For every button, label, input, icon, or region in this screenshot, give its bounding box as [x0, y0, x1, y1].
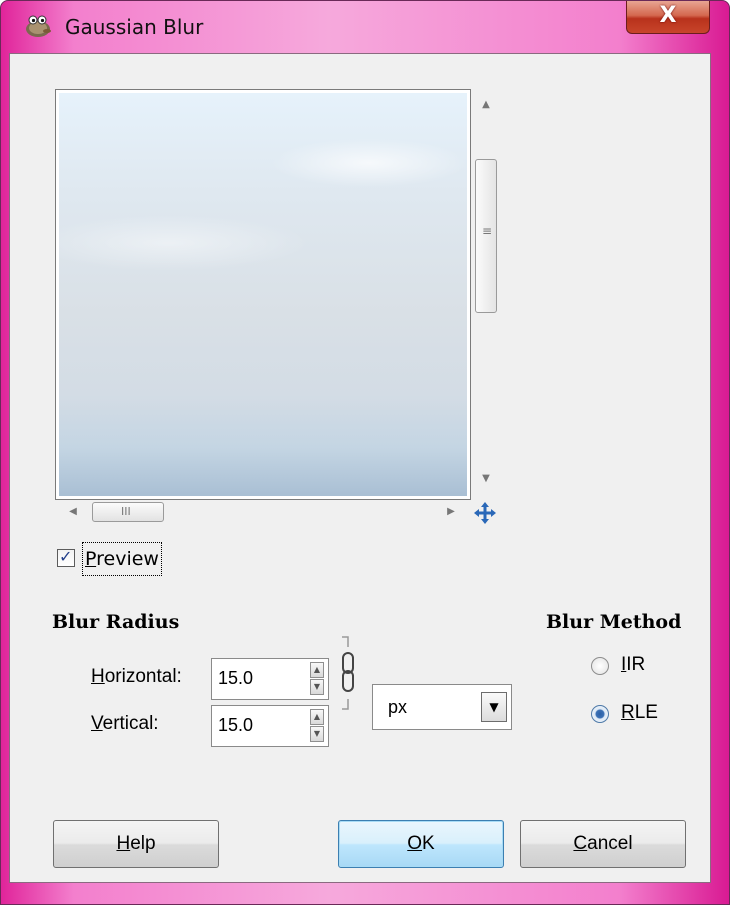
rle-radio[interactable] [591, 705, 609, 723]
horizontal-scroll-thumb[interactable]: III [92, 502, 164, 522]
unit-value: px [388, 697, 408, 717]
scroll-up-arrow-icon[interactable]: ▲ [470, 95, 502, 115]
gimp-wilber-icon [26, 15, 51, 37]
window-title: Gaussian Blur [65, 15, 204, 39]
cancel-button[interactable]: Cancel [520, 820, 686, 868]
title-bar[interactable]: Gaussian Blur X [1, 1, 730, 53]
rle-label[interactable]: RLE [621, 702, 658, 724]
vertical-radius-value[interactable]: 15.0 [218, 715, 253, 736]
horizontal-label: Horizontal: [91, 666, 182, 687]
preview-label[interactable]: Preview [82, 542, 162, 576]
horizontal-radius-input[interactable]: 15.0 ▲ ▼ [211, 658, 329, 700]
decrement-arrow-icon[interactable]: ▼ [310, 726, 324, 742]
help-button[interactable]: Help [53, 820, 219, 868]
vertical-radius-input[interactable]: 15.0 ▲ ▼ [211, 705, 329, 747]
preview-horizontal-scrollbar[interactable]: ◀ III ▶ [55, 499, 471, 525]
horizontal-spinner[interactable]: ▲ ▼ [310, 662, 324, 696]
ok-button[interactable]: OK [338, 820, 504, 868]
close-icon: X [659, 3, 677, 28]
navigate-move-icon[interactable] [470, 501, 500, 525]
chain-link-icon[interactable] [338, 635, 358, 711]
scroll-down-arrow-icon[interactable]: ▼ [470, 469, 502, 489]
close-button[interactable]: X [626, 1, 710, 34]
iir-label[interactable]: IIR [621, 654, 645, 676]
scroll-right-arrow-icon[interactable]: ▶ [441, 499, 461, 525]
dropdown-arrow-icon[interactable]: ▼ [481, 692, 507, 722]
dialog-body: ▲ ≡ ▼ ◀ III ▶ ✓ Preview Blur Radius Blur… [9, 53, 711, 883]
checkmark-icon: ✓ [59, 547, 73, 566]
unit-dropdown[interactable]: px ▼ [372, 684, 512, 730]
grip-icon: III [121, 505, 131, 518]
preview-checkbox[interactable]: ✓ [57, 547, 75, 567]
preview-image[interactable] [59, 93, 467, 496]
vertical-label: Vertical: [91, 713, 159, 734]
grip-icon: ≡ [482, 224, 493, 238]
preview-pane[interactable] [55, 89, 471, 500]
increment-arrow-icon[interactable]: ▲ [310, 662, 324, 678]
horizontal-radius-value[interactable]: 15.0 [218, 668, 253, 689]
blur-radius-heading: Blur Radius [52, 611, 180, 633]
increment-arrow-icon[interactable]: ▲ [310, 709, 324, 725]
blur-method-heading: Blur Method [546, 611, 682, 633]
dialog-window: Gaussian Blur X ▲ ≡ ▼ ◀ III ▶ ✓ Preview … [0, 0, 730, 905]
vertical-spinner[interactable]: ▲ ▼ [310, 709, 324, 743]
decrement-arrow-icon[interactable]: ▼ [310, 679, 324, 695]
vertical-scroll-thumb[interactable]: ≡ [475, 159, 497, 313]
iir-radio[interactable] [591, 657, 609, 675]
scroll-left-arrow-icon[interactable]: ◀ [63, 499, 83, 525]
preview-vertical-scrollbar[interactable]: ▲ ≡ ▼ [470, 89, 502, 500]
